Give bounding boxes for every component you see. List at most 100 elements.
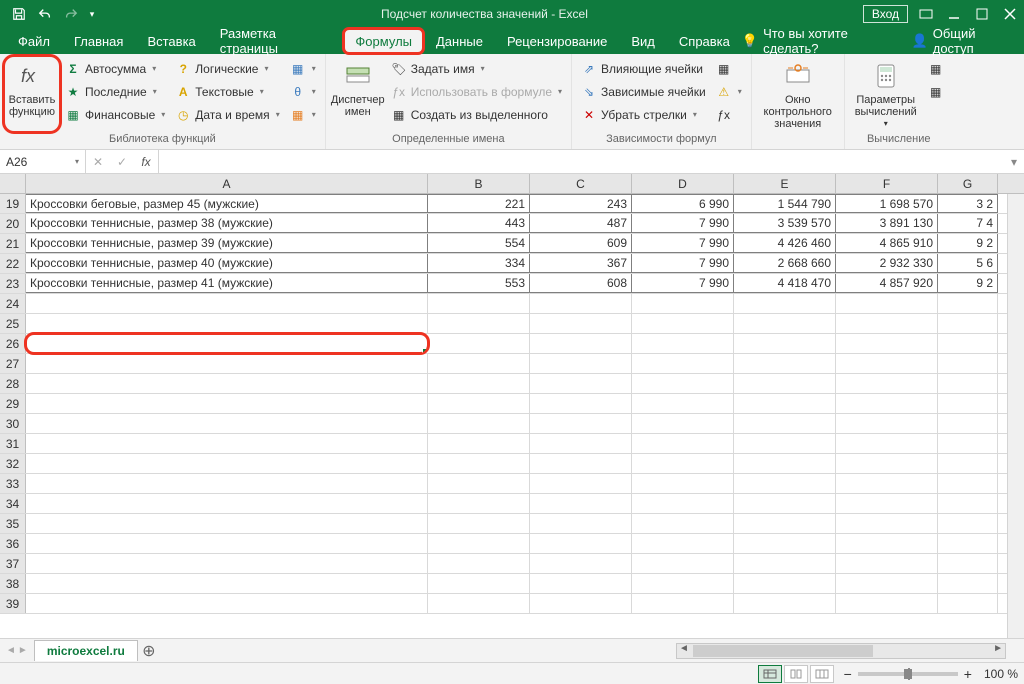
cell-E36[interactable] (734, 534, 836, 553)
cell-A28[interactable] (26, 374, 428, 393)
cell-B36[interactable] (428, 534, 530, 553)
define-name-button[interactable]: 🏷Задать имя▾ (388, 58, 565, 79)
cell-A39[interactable] (26, 594, 428, 613)
maximize-icon[interactable] (972, 4, 992, 24)
cell-D30[interactable] (632, 414, 734, 433)
ribbon-display-icon[interactable] (916, 4, 936, 24)
cell-F19[interactable]: 1 698 570 (836, 194, 938, 213)
column-header-A[interactable]: A (26, 174, 428, 193)
cell-A33[interactable] (26, 474, 428, 493)
row-header-27[interactable]: 27 (0, 354, 26, 373)
cell-A26[interactable] (26, 334, 428, 353)
cell-G20[interactable]: 7 4 (938, 214, 998, 233)
cell-F33[interactable] (836, 474, 938, 493)
cell-D22[interactable]: 7 990 (632, 254, 734, 273)
sheet-nav[interactable]: ◄► (0, 645, 34, 656)
row-header-38[interactable]: 38 (0, 574, 26, 593)
cell-C25[interactable] (530, 314, 632, 333)
cell-D28[interactable] (632, 374, 734, 393)
cell-B35[interactable] (428, 514, 530, 533)
cell-E25[interactable] (734, 314, 836, 333)
cell-A20[interactable]: Кроссовки теннисные, размер 38 (мужские) (26, 214, 428, 233)
share-button[interactable]: 👤Общий доступ (912, 26, 1014, 56)
cell-B27[interactable] (428, 354, 530, 373)
row-header-19[interactable]: 19 (0, 194, 26, 213)
trace-dependents-button[interactable]: ⇘Зависимые ячейки (578, 81, 709, 102)
cell-E35[interactable] (734, 514, 836, 533)
calc-now-button[interactable]: ▦ (925, 58, 947, 79)
cell-E29[interactable] (734, 394, 836, 413)
use-in-formula-button[interactable]: ƒxИспользовать в формуле▾ (388, 81, 565, 102)
cell-D38[interactable] (632, 574, 734, 593)
tell-me[interactable]: 💡Что вы хотите сделать? (742, 26, 898, 56)
cell-E39[interactable] (734, 594, 836, 613)
tab-разметка страницы[interactable]: Разметка страницы (208, 28, 344, 54)
cell-C29[interactable] (530, 394, 632, 413)
cell-G33[interactable] (938, 474, 998, 493)
normal-view-button[interactable] (758, 665, 782, 683)
cell-F38[interactable] (836, 574, 938, 593)
row-header-20[interactable]: 20 (0, 214, 26, 233)
cancel-formula-button[interactable]: ✕ (86, 155, 110, 169)
tab-главная[interactable]: Главная (62, 28, 135, 54)
cell-C32[interactable] (530, 454, 632, 473)
zoom-in-button[interactable]: + (964, 666, 972, 682)
cell-B24[interactable] (428, 294, 530, 313)
zoom-level[interactable]: 100 % (984, 667, 1018, 681)
page-break-view-button[interactable] (810, 665, 834, 683)
cell-F24[interactable] (836, 294, 938, 313)
cell-C33[interactable] (530, 474, 632, 493)
cell-D36[interactable] (632, 534, 734, 553)
cell-E24[interactable] (734, 294, 836, 313)
cell-E23[interactable]: 4 418 470 (734, 274, 836, 293)
text-button[interactable]: AТекстовые▾ (172, 81, 282, 102)
cell-G35[interactable] (938, 514, 998, 533)
cell-F36[interactable] (836, 534, 938, 553)
cell-G36[interactable] (938, 534, 998, 553)
tab-данные[interactable]: Данные (424, 28, 495, 54)
cell-B31[interactable] (428, 434, 530, 453)
row-header-28[interactable]: 28 (0, 374, 26, 393)
row-header-26[interactable]: 26 (0, 334, 26, 353)
cell-C19[interactable]: 243 (530, 194, 632, 213)
datetime-button[interactable]: ◷Дата и время▾ (172, 104, 282, 125)
cell-B33[interactable] (428, 474, 530, 493)
cell-E38[interactable] (734, 574, 836, 593)
cell-A30[interactable] (26, 414, 428, 433)
cell-G24[interactable] (938, 294, 998, 313)
cell-F32[interactable] (836, 454, 938, 473)
cell-E32[interactable] (734, 454, 836, 473)
cell-A27[interactable] (26, 354, 428, 373)
calc-options-button[interactable]: Параметры вычислений▾ (851, 58, 921, 130)
enter-formula-button[interactable]: ✓ (110, 155, 134, 169)
cell-D33[interactable] (632, 474, 734, 493)
cell-G29[interactable] (938, 394, 998, 413)
remove-arrows-button[interactable]: ✕Убрать стрелки▾ (578, 104, 709, 125)
cell-D37[interactable] (632, 554, 734, 573)
cell-C35[interactable] (530, 514, 632, 533)
cell-F20[interactable]: 3 891 130 (836, 214, 938, 233)
cell-D19[interactable]: 6 990 (632, 194, 734, 213)
cell-F29[interactable] (836, 394, 938, 413)
cell-A35[interactable] (26, 514, 428, 533)
formula-input[interactable] (159, 150, 1004, 173)
cell-E33[interactable] (734, 474, 836, 493)
cell-A25[interactable] (26, 314, 428, 333)
cell-D29[interactable] (632, 394, 734, 413)
tab-вставка[interactable]: Вставка (135, 28, 207, 54)
cell-G39[interactable] (938, 594, 998, 613)
tab-формулы[interactable]: Формулы (343, 28, 424, 54)
logical-button[interactable]: ?Логические▾ (172, 58, 282, 79)
cell-E31[interactable] (734, 434, 836, 453)
cell-C38[interactable] (530, 574, 632, 593)
cell-B28[interactable] (428, 374, 530, 393)
cell-G27[interactable] (938, 354, 998, 373)
zoom-slider[interactable] (858, 672, 958, 676)
row-header-33[interactable]: 33 (0, 474, 26, 493)
row-header-21[interactable]: 21 (0, 234, 26, 253)
cell-D20[interactable]: 7 990 (632, 214, 734, 233)
cell-E27[interactable] (734, 354, 836, 373)
cell-D25[interactable] (632, 314, 734, 333)
calc-sheet-button[interactable]: ▦ (925, 81, 947, 102)
expand-formula-bar[interactable]: ▾ (1004, 150, 1024, 173)
